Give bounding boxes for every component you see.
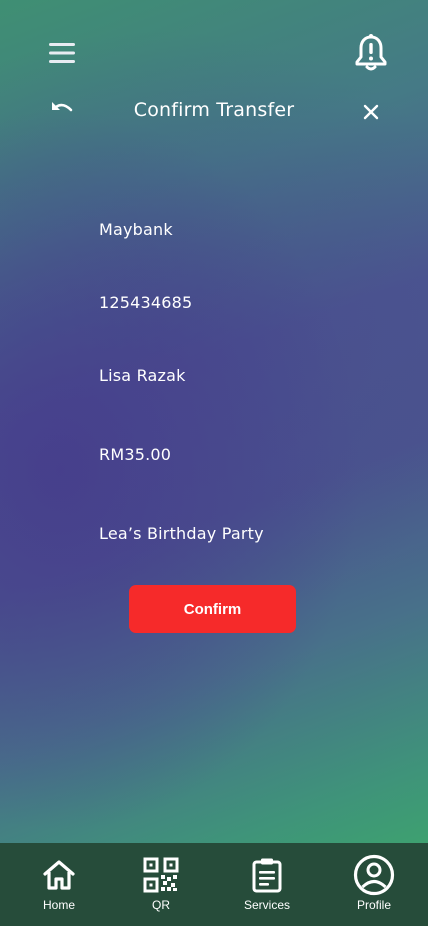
nav-item-home[interactable]: Home (28, 843, 90, 926)
close-icon (363, 104, 379, 120)
profile-icon (353, 854, 395, 896)
home-icon (43, 860, 75, 890)
close-button[interactable] (356, 97, 386, 127)
bottom-nav: Home QR Services Profile (0, 843, 428, 926)
nav-label-qr: QR (152, 898, 170, 912)
nav-label-home: Home (42, 898, 75, 912)
nav-label-profile: Profile (356, 898, 391, 912)
notifications-button[interactable] (350, 32, 392, 74)
menu-button[interactable] (44, 36, 80, 70)
transfer-reference: Lea’s Birthday Party (99, 524, 264, 543)
bell-alert-icon (355, 34, 387, 71)
confirm-button[interactable]: Confirm (129, 585, 296, 633)
nav-item-profile[interactable]: Profile (343, 843, 405, 926)
bank-name: Maybank (99, 220, 173, 239)
nav-item-services[interactable]: Services (236, 843, 298, 926)
account-number: 125434685 (99, 293, 193, 312)
recipient-name: Lisa Razak (99, 366, 186, 385)
hamburger-menu-icon (49, 43, 75, 63)
clipboard-icon (252, 858, 282, 893)
nav-label-services: Services (243, 898, 290, 912)
nav-item-qr[interactable]: QR (130, 843, 192, 926)
qr-code-icon (143, 857, 179, 893)
transfer-amount: RM35.00 (99, 445, 172, 464)
